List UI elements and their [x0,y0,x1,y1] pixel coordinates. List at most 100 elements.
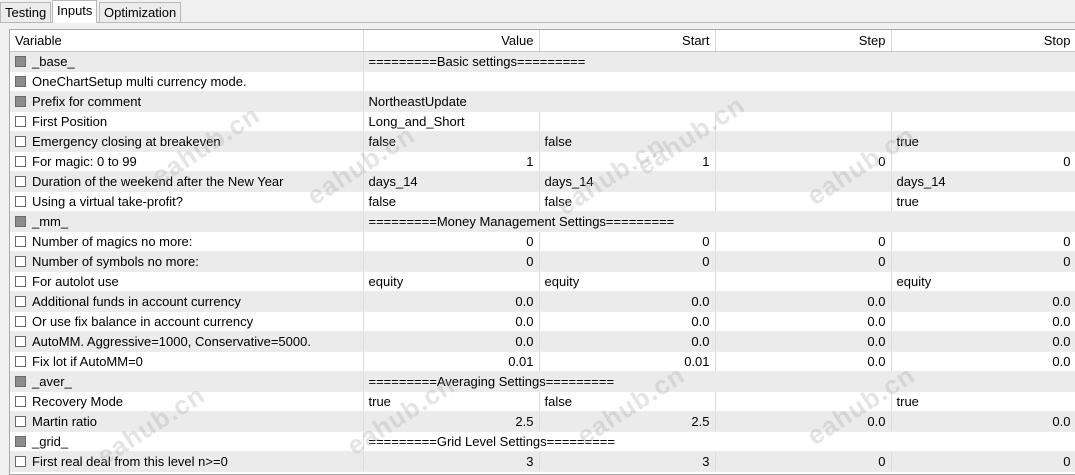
value-cell[interactable]: NortheastUpdate [363,91,1075,112]
optimize-checkbox[interactable] [15,336,26,347]
step-cell[interactable]: 0.0 [715,351,892,372]
column-header-stop[interactable]: Stop [891,30,1075,52]
stop-cell[interactable]: 0.0 [891,411,1075,432]
parameter-row[interactable]: First Position Long_and_Short [10,111,1075,132]
value-cell[interactable]: 3 [363,451,540,472]
tab-optimization[interactable]: Optimization [99,2,182,22]
variable-cell[interactable]: Or use fix balance in account currency [10,311,364,332]
stop-cell[interactable]: true [891,391,1075,412]
start-cell[interactable]: false [539,191,716,212]
parameter-row[interactable]: Number of symbols no more: 0 0 0 0 [10,251,1075,272]
column-header-start[interactable]: Start [539,30,716,52]
stop-cell[interactable]: 0 [891,231,1075,252]
value-cell[interactable]: =========Averaging Settings========= [363,371,1075,392]
step-cell[interactable]: 0 [715,451,892,472]
column-header-variable[interactable]: Variable [10,30,364,52]
step-cell[interactable] [715,391,892,412]
step-cell[interactable]: 0 [715,151,892,172]
optimize-checkbox[interactable] [15,256,26,267]
variable-cell[interactable]: Fix lot if AutoMM=0 [10,351,364,372]
stop-cell[interactable]: true [891,131,1075,152]
parameter-row[interactable]: Number of magics no more: 0 0 0 0 [10,231,1075,252]
step-cell[interactable]: 0.0 [715,411,892,432]
parameter-row[interactable]: Using a virtual take-profit? false false tr… [10,191,1075,212]
optimize-checkbox[interactable] [15,236,26,247]
variable-cell[interactable]: Duration of the weekend after the New Ye… [10,171,364,192]
tab-inputs[interactable]: Inputs [52,0,98,23]
variable-cell[interactable]: _base_ [10,51,364,72]
tab-testing[interactable]: Testing [0,2,52,22]
value-cell[interactable] [363,71,1075,92]
value-cell[interactable]: =========Grid Level Settings========= [363,431,1075,452]
start-cell[interactable]: 0.0 [539,331,716,352]
optimize-checkbox[interactable] [15,456,26,467]
value-cell[interactable]: Long_and_Short [363,111,540,132]
parameter-row[interactable]: Emergency closing at breakeven false false… [10,131,1075,152]
optimize-checkbox[interactable] [15,296,26,307]
step-cell[interactable] [715,111,892,132]
variable-cell[interactable]: Number of magics no more: [10,231,364,252]
optimize-checkbox[interactable] [15,416,26,427]
value-cell[interactable]: 1 [363,151,540,172]
section-row[interactable]: Prefix for comment NortheastUpdate [10,91,1075,112]
parameter-row[interactable]: Recovery Mode true false true [10,391,1075,412]
variable-cell[interactable]: _grid_ [10,431,364,452]
optimize-checkbox[interactable] [15,176,26,187]
column-header-value[interactable]: Value [363,30,540,52]
value-cell[interactable]: 2.5 [363,411,540,432]
step-cell[interactable]: 0.0 [715,311,892,332]
section-row[interactable]: _grid_ =========Grid Level Settings======… [10,431,1075,452]
value-cell[interactable]: 0.0 [363,311,540,332]
value-cell[interactable]: =========Money Management Settings======… [363,211,1075,232]
start-cell[interactable]: days_14 [539,171,716,192]
start-cell[interactable]: 0 [539,231,716,252]
parameter-row[interactable]: Or use fix balance in account currency 0.… [10,311,1075,332]
optimize-checkbox[interactable] [15,116,26,127]
variable-cell[interactable]: Recovery Mode [10,391,364,412]
stop-cell[interactable]: 0.0 [891,311,1075,332]
stop-cell[interactable]: 0.0 [891,291,1075,312]
stop-cell[interactable]: equity [891,271,1075,292]
parameter-row[interactable]: For magic: 0 to 99 1 1 0 0 [10,151,1075,172]
stop-cell[interactable]: 0 [891,451,1075,472]
start-cell[interactable]: 3 [539,451,716,472]
value-cell[interactable]: 0 [363,231,540,252]
section-row[interactable]: _base_ =========Basic settings========= [10,51,1075,72]
value-cell[interactable]: 0.0 [363,291,540,312]
value-cell[interactable]: equity [363,271,540,292]
column-header-step[interactable]: Step [715,30,892,52]
start-cell[interactable]: 0 [539,251,716,272]
start-cell[interactable]: 2.5 [539,411,716,432]
variable-cell[interactable]: For autolot use [10,271,364,292]
step-cell[interactable]: 0 [715,231,892,252]
step-cell[interactable]: 0.0 [715,331,892,352]
variable-cell[interactable]: Emergency closing at breakeven [10,131,364,152]
optimize-checkbox[interactable] [15,196,26,207]
parameter-row[interactable]: For autolot use equity equity equity [10,271,1075,292]
value-cell[interactable]: =========Basic settings========= [363,51,1075,72]
step-cell[interactable]: 0 [715,251,892,272]
optimize-checkbox[interactable] [15,136,26,147]
stop-cell[interactable]: 0.0 [891,351,1075,372]
start-cell[interactable]: false [539,391,716,412]
parameter-row[interactable]: Fix lot if AutoMM=0 0.01 0.01 0.0 0.0 [10,351,1075,372]
stop-cell[interactable] [891,111,1075,132]
section-row[interactable]: _mm_ =========Money Management Settings==… [10,211,1075,232]
stop-cell[interactable]: true [891,191,1075,212]
parameter-row[interactable]: AutoMM. Aggressive=1000, Conservative=50… [10,331,1075,352]
value-cell[interactable]: false [363,191,540,212]
variable-cell[interactable]: _aver_ [10,371,364,392]
start-cell[interactable]: 1 [539,151,716,172]
variable-cell[interactable]: Using a virtual take-profit? [10,191,364,212]
variable-cell[interactable]: First real deal from this level n>=0 [10,451,364,472]
variable-cell[interactable]: First Position [10,111,364,132]
optimize-checkbox[interactable] [15,396,26,407]
variable-cell[interactable]: Additional funds in account currency [10,291,364,312]
parameter-row[interactable]: Martin ratio 2.5 2.5 0.0 0.0 [10,411,1075,432]
variable-cell[interactable]: For magic: 0 to 99 [10,151,364,172]
stop-cell[interactable]: days_14 [891,171,1075,192]
start-cell[interactable]: 0.0 [539,311,716,332]
stop-cell[interactable]: 0 [891,251,1075,272]
stop-cell[interactable]: 0 [891,151,1075,172]
optimize-checkbox[interactable] [15,156,26,167]
